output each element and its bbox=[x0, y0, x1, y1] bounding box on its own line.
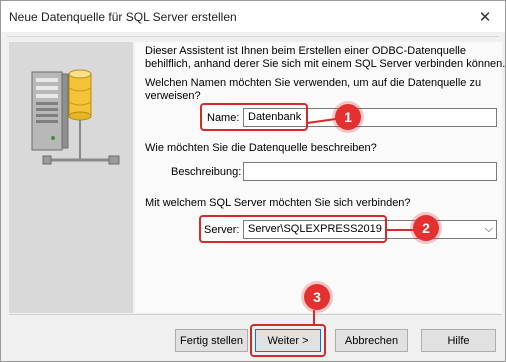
marker-3-connector bbox=[313, 310, 315, 326]
name-highlight-box bbox=[200, 103, 308, 131]
description-label: Beschreibung: bbox=[171, 166, 242, 178]
dialog-window: Neue Datenquelle für SQL Server erstelle… bbox=[0, 0, 506, 362]
wizard-illustration-panel bbox=[9, 42, 133, 313]
window-title: Neue Datenquelle für SQL Server erstelle… bbox=[9, 10, 237, 24]
description-input[interactable] bbox=[243, 162, 497, 181]
marker-2-badge: 2 bbox=[413, 215, 439, 241]
intro-text-line-1: Dieser Assistent ist Ihnen beim Erstelle… bbox=[145, 45, 466, 57]
title-bar: Neue Datenquelle für SQL Server erstelle… bbox=[1, 1, 505, 32]
close-icon: ✕ bbox=[478, 8, 492, 26]
name-question-line-2: verweisen? bbox=[145, 90, 201, 102]
marker-2-connector bbox=[386, 229, 416, 231]
chevron-down-icon[interactable]: ⌵ bbox=[485, 223, 493, 236]
server-highlight-box bbox=[199, 215, 387, 243]
help-button[interactable]: Hilfe bbox=[421, 329, 496, 352]
finish-button[interactable]: Fertig stellen bbox=[175, 329, 248, 352]
description-question: Wie möchten Sie die Datenquelle beschrei… bbox=[145, 142, 377, 154]
intro-text-line-2: behilflich, anhand derer Sie sich mit ei… bbox=[145, 58, 506, 70]
footer-separator bbox=[9, 314, 502, 315]
close-button[interactable]: ✕ bbox=[465, 1, 505, 32]
server-question: Mit welchem SQL Server möchten Sie sich … bbox=[145, 197, 411, 209]
server-database-icon bbox=[31, 69, 120, 165]
next-highlight-box bbox=[250, 324, 326, 357]
marker-3-badge: 3 bbox=[304, 284, 330, 310]
cancel-button[interactable]: Abbrechen bbox=[335, 329, 408, 352]
name-question-line-1: Welchen Namen möchten Sie verwenden, um … bbox=[145, 77, 482, 89]
marker-1-badge: 1 bbox=[335, 104, 361, 130]
